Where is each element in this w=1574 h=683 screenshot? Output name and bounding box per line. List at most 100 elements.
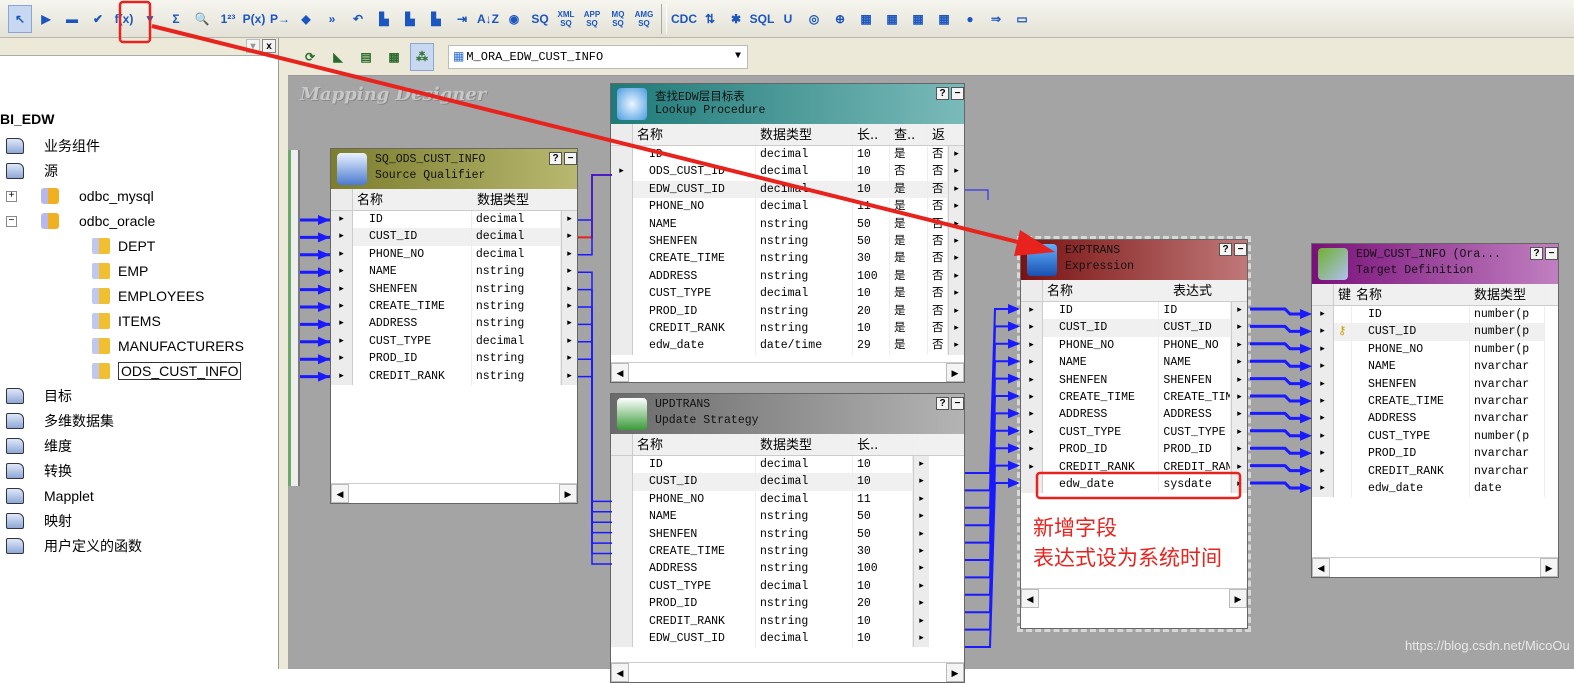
input-port[interactable]	[611, 180, 633, 199]
input-port[interactable]	[611, 232, 633, 251]
app-sq-icon[interactable]: APP SQ	[580, 5, 604, 33]
output-port[interactable]: ▸	[1231, 388, 1247, 407]
scroll-right-icon[interactable]: ▶	[559, 484, 577, 503]
port-row[interactable]: CUST_TYPE decimal 10 ▸	[611, 577, 964, 596]
port-row[interactable]: ▸CREATE_TIMECREATE_TIME▸	[1021, 388, 1247, 407]
router-icon[interactable]: »	[320, 5, 344, 33]
port-row[interactable]: ▸ PHONE_NO number(p	[1312, 340, 1558, 359]
mapping-select[interactable]: ▦ M_ORA_EDW_CUST_INFO ▼	[448, 44, 748, 69]
input-port[interactable]: ▸	[331, 245, 353, 264]
target-definition[interactable]: EDW_CUST_INFO (Ora... Target Definition? −…	[1311, 243, 1559, 578]
port-row[interactable]: CUST_ID decimal 10 ▸	[611, 473, 964, 491]
output-port[interactable]: ▸	[948, 319, 964, 338]
scroll-thumb[interactable]	[629, 663, 946, 682]
output-port[interactable]: ▸	[948, 285, 964, 303]
input-port[interactable]: ▸	[331, 332, 353, 351]
input-port[interactable]: ▸	[331, 367, 353, 385]
port-row[interactable]: ▸ ID ID ▸	[1021, 302, 1247, 320]
scroll-right-icon[interactable]: ▶	[1229, 589, 1247, 608]
normalizer-icon[interactable]: ▙	[372, 5, 396, 33]
output-port[interactable]: ▸	[948, 215, 964, 233]
output-port[interactable]: ▸	[561, 280, 577, 298]
lookup-scrollbar[interactable]: ◀ ▶	[611, 362, 964, 382]
port-row[interactable]: ▸ ID decimal ▸	[331, 211, 577, 229]
input-port[interactable]: ▸	[331, 350, 353, 368]
input-port[interactable]	[611, 456, 633, 474]
input-port[interactable]: ▸	[1312, 375, 1334, 393]
port-row[interactable]: ▸ ADDRESS ADDRESS ▸	[1021, 406, 1247, 424]
column-header-0[interactable]: 名称	[633, 124, 756, 145]
tree-item-odbc_oracle[interactable]: − odbc_oracle	[6, 210, 155, 232]
output-port[interactable]: ▸	[913, 473, 929, 491]
output-port[interactable]: ▸	[948, 250, 964, 268]
mq-sq-icon[interactable]: MQ SQ	[606, 5, 630, 33]
input-port[interactable]: ▸	[1021, 423, 1043, 442]
port-row[interactable]: ▸CREDIT_RANKCREDIT_RANK▸	[1021, 458, 1247, 476]
sequence-icon[interactable]: ▙	[398, 5, 422, 33]
port-row[interactable]: ▸ CREATE_TIME nvarchar	[1312, 392, 1558, 411]
port-row[interactable]: ▸ edw_date date	[1312, 479, 1558, 498]
disk-icon[interactable]: ◎	[802, 5, 826, 33]
output-port[interactable]: ▸	[948, 146, 964, 164]
tree-item-bi_edw[interactable]: BI_EDW	[0, 108, 54, 130]
input-port[interactable]: ▸	[1021, 371, 1043, 389]
transformation-developer-icon[interactable]: ▤	[354, 43, 378, 71]
input-port[interactable]: ▸	[1021, 406, 1043, 424]
port-row[interactable]: ▸ SHENFEN nvarchar	[1312, 375, 1558, 393]
output-port[interactable]: ▸	[1231, 406, 1247, 424]
key-gen-icon[interactable]: ⇅	[698, 5, 722, 33]
column-header-2[interactable]: 长..	[853, 434, 913, 455]
sorter-icon[interactable]: A↓Z	[476, 5, 500, 33]
output-port[interactable]: ▸	[948, 180, 964, 199]
tree-item-odbc_mysql[interactable]: + odbc_mysql	[6, 185, 154, 207]
output-port[interactable]: ▸	[1231, 441, 1247, 459]
scroll-thumb[interactable]	[1039, 589, 1229, 608]
port-row[interactable]: CREDIT_RANK nstring 10 ▸	[611, 612, 964, 630]
output-port[interactable]: ▸	[913, 560, 929, 578]
output-port[interactable]: ▸	[913, 612, 929, 630]
expander-icon[interactable]: +	[6, 190, 17, 202]
input-port[interactable]	[611, 198, 633, 216]
update-header[interactable]: UPDTRANS Update Strategy? −	[611, 394, 964, 434]
union-icon[interactable]: ▙	[424, 5, 448, 33]
port-row[interactable]: ▸ PROD_ID nstring ▸	[331, 350, 577, 368]
port-row[interactable]: SHENFEN nstring 50 ▸	[611, 525, 964, 543]
input-port[interactable]: ▸	[1312, 392, 1334, 411]
globe-icon[interactable]: ●	[958, 5, 982, 33]
output-port[interactable]: ▸	[913, 508, 929, 526]
output-port[interactable]: ▸	[948, 198, 964, 216]
port-row[interactable]: edw_date date/time 29 是否 ▸	[611, 337, 964, 355]
matrix-icon[interactable]: ▦	[906, 5, 930, 33]
help-button[interactable]: ?	[1530, 247, 1543, 260]
minimize-button[interactable]: −	[1545, 247, 1558, 260]
input-port[interactable]: ▸	[1312, 306, 1334, 324]
tree-item-items[interactable]: ITEMS	[92, 310, 161, 332]
aggregator-icon[interactable]: Σ	[164, 5, 188, 33]
source-qualifier-icon[interactable]: SQ	[528, 5, 552, 33]
input-port[interactable]	[611, 146, 633, 164]
port-row[interactable]: ▸ CREDIT_RANK nvarchar	[1312, 462, 1558, 480]
target-designer-icon[interactable]: ◣	[326, 43, 350, 71]
output-port[interactable]: ▸	[1231, 423, 1247, 442]
port-row[interactable]: PHONE_NO decimal 11 ▸	[611, 490, 964, 509]
xml-icon[interactable]: P→	[268, 5, 292, 33]
input-port[interactable]: ▸	[1312, 445, 1334, 463]
column-header-4[interactable]: 返	[928, 124, 948, 145]
tree-item-用户定义的函数[interactable]: 用户定义的函数	[6, 535, 142, 557]
joiner-icon[interactable]: ◆	[294, 5, 318, 33]
help-button[interactable]: ?	[1219, 243, 1232, 256]
input-port[interactable]	[611, 595, 633, 613]
validate-icon[interactable]: ✔	[86, 5, 110, 33]
column-header-2[interactable]: 数据类型	[1470, 284, 1545, 305]
tree-item-dept[interactable]: DEPT	[92, 235, 155, 257]
lookup-transform[interactable]: 查找EDW层目标表 Lookup Procedure? − 名称 数据类型 长.. 查.. 返…	[610, 83, 965, 383]
java-icon[interactable]: ▦	[932, 5, 956, 33]
tree-item-多维数据集[interactable]: 多维数据集	[6, 410, 114, 432]
input-port[interactable]: ▸	[331, 263, 353, 281]
scroll-thumb[interactable]	[629, 363, 946, 382]
chevron-down-icon[interactable]: ▼	[729, 51, 747, 62]
port-row[interactable]: ADDRESS nstring 100 ▸	[611, 560, 964, 578]
port-row[interactable]: PROD_ID nstring 20 ▸	[611, 595, 964, 613]
port-row[interactable]: ▸ CREDIT_RANK nstring ▸	[331, 367, 577, 385]
target-scrollbar[interactable]: ◀ ▶	[1312, 557, 1558, 577]
